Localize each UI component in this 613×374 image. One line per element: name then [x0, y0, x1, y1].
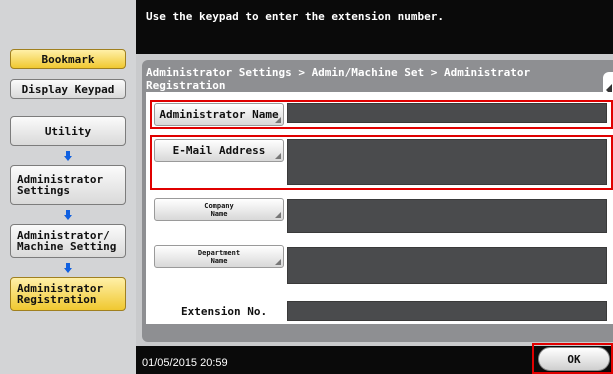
arrow-down-icon [64, 210, 72, 220]
arrow-down-icon [64, 151, 72, 161]
department-name-field[interactable] [287, 247, 607, 284]
instruction-message: Use the keypad to enter the extension nu… [146, 10, 445, 23]
message-bar: Use the keypad to enter the extension nu… [136, 0, 613, 54]
nav-administrator-registration-button[interactable]: Administrator Registration [10, 277, 126, 311]
arrow-down-icon [64, 263, 72, 273]
administrator-name-field[interactable] [287, 103, 607, 123]
breadcrumb: Administrator Settings > Admin/Machine S… [146, 66, 531, 92]
email-address-label: E-Mail Address [172, 143, 266, 157]
ok-button[interactable]: OK [538, 347, 610, 371]
nav-machine-setting-button[interactable]: Administrator/ Machine Setting [10, 224, 126, 258]
bookmark-button[interactable]: Bookmark [10, 49, 126, 69]
company-name-button[interactable]: Company Name [154, 198, 284, 221]
corner-icon [275, 259, 281, 265]
nav-administrator-settings-button[interactable]: Administrator Settings [10, 165, 126, 205]
email-address-field[interactable] [287, 139, 607, 185]
department-name-label: Department Name [197, 248, 241, 265]
nav-utility-button[interactable]: Utility [10, 116, 126, 146]
left-panel: Bookmark Display Keypad Utility Administ… [0, 0, 136, 374]
department-name-button[interactable]: Department Name [154, 245, 284, 268]
display-keypad-button[interactable]: Display Keypad [10, 79, 126, 99]
administrator-name-label: Administrator Name [159, 107, 279, 121]
extension-number-field[interactable] [287, 301, 607, 321]
corner-icon [275, 212, 281, 218]
date-time: 01/05/2015 20:59 [142, 357, 228, 369]
company-name-field[interactable] [287, 199, 607, 233]
email-address-button[interactable]: E-Mail Address [154, 139, 284, 162]
administrator-name-button[interactable]: Administrator Name [154, 103, 284, 126]
corner-icon [275, 117, 281, 123]
corner-icon [275, 153, 281, 159]
extension-number-label: Extension No. [181, 305, 268, 318]
company-name-label: Company Name [204, 201, 234, 218]
